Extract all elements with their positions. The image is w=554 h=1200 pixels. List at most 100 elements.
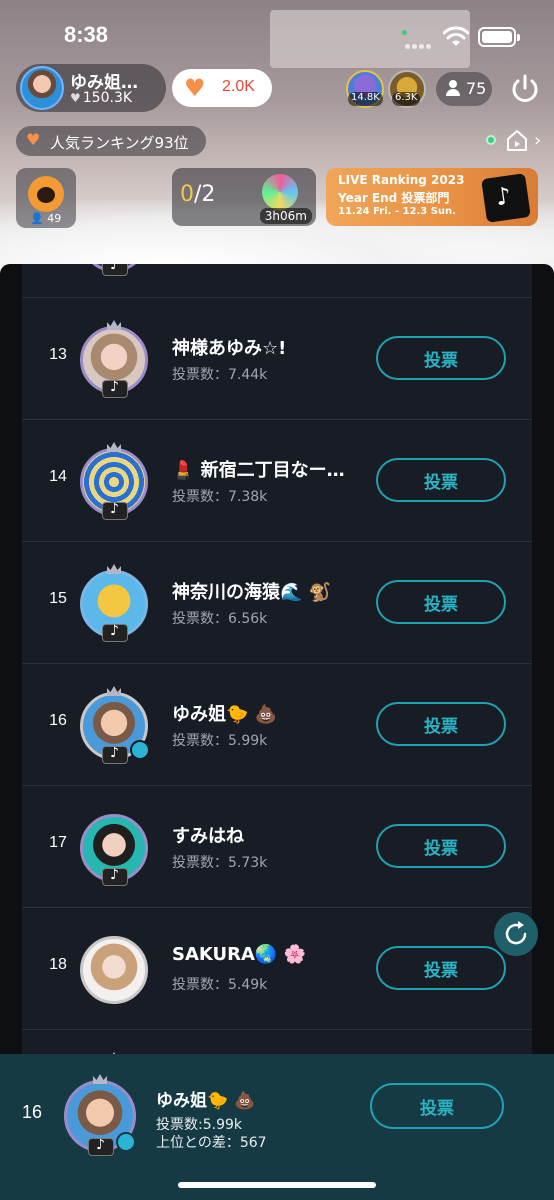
- fan-team-button[interactable]: 👤 49: [16, 168, 76, 228]
- table-row[interactable]: 14 💄 新宿二丁目なー… 投票数：7.38k 投票: [22, 420, 532, 542]
- my-rank-number: 16: [22, 1102, 43, 1122]
- crown-icon: [93, 1074, 107, 1084]
- live-ranking-banner[interactable]: LIVE Ranking 2023 Year End 投票部門 11.24 Fr…: [326, 168, 538, 226]
- cellular-signal-icon: [405, 34, 435, 49]
- heart-icon: ♥: [26, 130, 41, 149]
- avatar[interactable]: [78, 264, 150, 276]
- rank-number: 13: [49, 346, 67, 363]
- creator-name[interactable]: 神奈川の海猿🌊 🐒: [172, 578, 360, 604]
- creator-name[interactable]: ゆみ姐🐤 💩: [172, 700, 360, 726]
- table-row[interactable]: [22, 1030, 532, 1054]
- vote-button[interactable]: 投票: [376, 946, 506, 990]
- vote-button[interactable]: 投票: [376, 824, 506, 868]
- my-vote-count: 投票数:5.99k: [156, 1117, 242, 1133]
- status-time: 8:38: [64, 22, 109, 47]
- heart-icon: ♥: [70, 91, 81, 105]
- host-avatar[interactable]: [20, 66, 64, 110]
- host-likes: ♥ 150.3K: [70, 90, 132, 106]
- power-icon[interactable]: [508, 72, 542, 106]
- online-indicator-icon: [486, 135, 496, 145]
- table-row[interactable]: [22, 264, 532, 298]
- refresh-icon[interactable]: [494, 912, 538, 956]
- creator-name[interactable]: 神様あゆみ☆!: [172, 334, 360, 360]
- table-row[interactable]: 18 SAKURA🌏 🌸 投票数：5.49k 投票: [22, 908, 532, 1030]
- ranking-list[interactable]: 13 神様あゆみ☆! 投票数：7.44k 投票 14 💄 新宿二丁目なー… 投票…: [22, 264, 532, 1054]
- vote-button[interactable]: 投票: [376, 458, 506, 502]
- creator-name[interactable]: SAKURA🌏 🌸: [172, 944, 360, 965]
- goal-total: /2: [194, 182, 216, 207]
- status-bar: 8:38: [0, 20, 554, 54]
- my-name: ゆみ姐🐤 💩: [156, 1091, 256, 1111]
- goal-progress: 0/2: [180, 182, 215, 207]
- crown-icon: [107, 320, 121, 330]
- tiktok-logo-icon: [481, 173, 531, 223]
- creator-name[interactable]: 💄 新宿二丁目なー…: [172, 456, 360, 482]
- creator-name[interactable]: すみはね: [172, 822, 360, 848]
- like-count: 2.0K: [222, 78, 255, 95]
- chevron-right-icon[interactable]: ›: [534, 130, 541, 151]
- banner-title: LIVE Ranking 2023: [338, 173, 465, 187]
- host-info[interactable]: ゆみ姐… ♥ 150.3K: [16, 64, 166, 112]
- vote-count: 投票数：5.99k: [172, 733, 268, 749]
- heart-icon: ♥: [184, 74, 206, 102]
- home-indicator[interactable]: [178, 1182, 376, 1188]
- avatar[interactable]: [78, 808, 150, 886]
- vote-count: 投票数：5.73k: [172, 855, 268, 871]
- person-icon: [446, 80, 460, 96]
- popularity-ranking-pill[interactable]: ♥ 人気ランキング93位: [16, 126, 206, 156]
- avatar[interactable]: [78, 930, 150, 1006]
- top-viewer-score: 6.3K: [392, 92, 421, 106]
- live-bars-icon: [116, 1132, 136, 1152]
- crown-icon: [107, 442, 121, 452]
- rank-number: 16: [49, 712, 67, 729]
- rank-number: 17: [49, 834, 67, 851]
- vote-count: 投票数：6.56k: [172, 611, 268, 627]
- avatar[interactable]: [78, 564, 150, 642]
- crown-icon: [107, 564, 121, 574]
- gift-icon: [262, 174, 298, 210]
- vote-count: 投票数：7.38k: [172, 489, 268, 505]
- gap-to-above: 上位との差：567: [156, 1135, 267, 1151]
- wifi-icon: [443, 26, 469, 46]
- vote-button[interactable]: 投票: [376, 336, 506, 380]
- banner-subtitle: Year End 投票部門: [338, 191, 450, 205]
- top-viewer-score: 14.8K: [348, 92, 383, 106]
- table-row[interactable]: 15 神奈川の海猿🌊 🐒 投票数：6.56k 投票: [22, 542, 532, 664]
- host-likes-value: 150.3K: [82, 90, 133, 106]
- vote-button[interactable]: 投票: [376, 580, 506, 624]
- goal-current: 0: [180, 182, 194, 207]
- paw-icon: [28, 176, 64, 212]
- vote-button[interactable]: 投票: [376, 702, 506, 746]
- my-ranking-bar[interactable]: 16 ゆみ姐🐤 💩 投票数:5.99k 上位との差：567 投票: [0, 1054, 554, 1200]
- table-row[interactable]: 16 ゆみ姐🐤 💩 投票数：5.99k 投票: [22, 664, 532, 786]
- avatar[interactable]: [78, 442, 150, 520]
- live-bars-icon: [130, 740, 150, 760]
- like-button[interactable]: ♥ 2.0K: [172, 69, 272, 107]
- live-goal[interactable]: 0/2 3h06m: [172, 168, 316, 226]
- tiktok-badge-icon: [102, 379, 128, 398]
- rank-number: 18: [49, 956, 67, 973]
- tiktok-badge-icon: [88, 1137, 114, 1156]
- my-avatar[interactable]: [62, 1074, 138, 1156]
- avatar-image: [80, 936, 148, 1004]
- tiktok-badge-icon: [102, 867, 128, 886]
- my-vote-button[interactable]: 投票: [370, 1083, 504, 1129]
- ranking-panel[interactable]: 13 神様あゆみ☆! 投票数：7.44k 投票 14 💄 新宿二丁目なー… 投票…: [0, 264, 554, 1054]
- tiktok-badge-icon: [102, 264, 128, 276]
- fan-team-count: 👤 49: [30, 212, 62, 225]
- table-row[interactable]: 17 すみはね 投票数：5.73k 投票: [22, 786, 532, 908]
- tiktok-badge-icon: [102, 623, 128, 642]
- viewer-count[interactable]: 75: [436, 72, 492, 106]
- home-icon[interactable]: [506, 128, 528, 152]
- goal-timer: 3h06m: [259, 208, 312, 224]
- avatar[interactable]: [78, 686, 150, 764]
- viewer-count-value: 75: [466, 79, 487, 98]
- crown-icon: [107, 686, 121, 696]
- vote-count: 投票数：5.49k: [172, 977, 268, 993]
- fan-team-count-value: 49: [47, 212, 62, 225]
- table-row[interactable]: 13 神様あゆみ☆! 投票数：7.44k 投票: [22, 298, 532, 420]
- avatar[interactable]: [78, 320, 150, 398]
- vote-count: 投票数：7.44k: [172, 367, 268, 383]
- rank-number: 15: [49, 590, 67, 607]
- battery-icon: [478, 27, 520, 47]
